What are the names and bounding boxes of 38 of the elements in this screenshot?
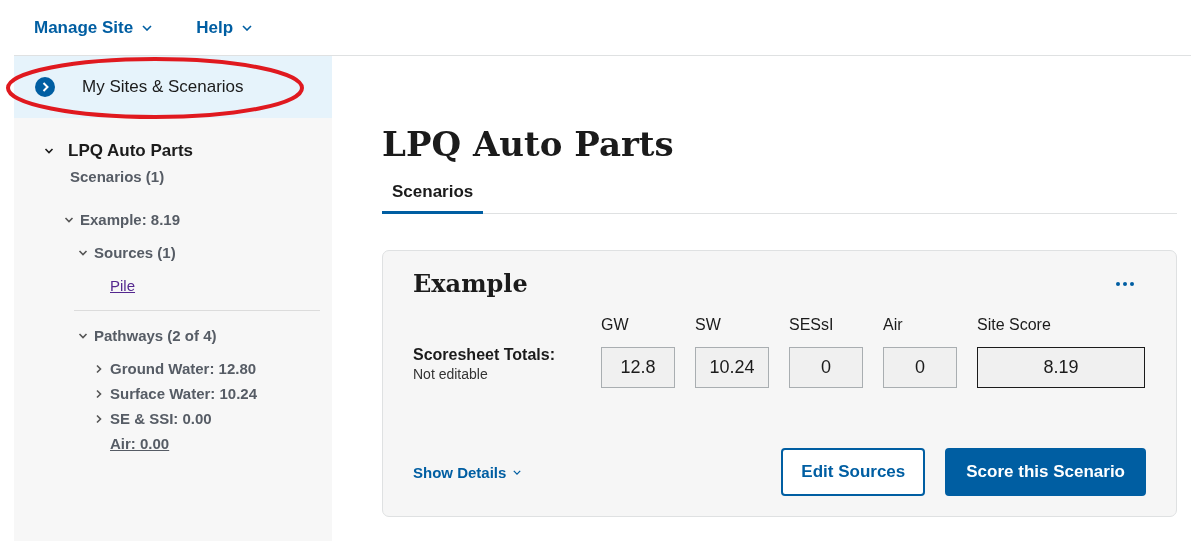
tree-item[interactable]: Ground Water: 12.80 xyxy=(110,360,257,377)
column-label: Air xyxy=(883,316,904,334)
score-field: 8.19 xyxy=(977,347,1145,388)
totals-note: Not editable xyxy=(413,366,489,382)
tree-item[interactable]: SE & SSI: 0.00 xyxy=(110,410,212,427)
page-title: LPQ Auto Parts xyxy=(382,124,675,164)
score-button[interactable]: Score this Scenario xyxy=(945,448,1146,496)
chevron-circle-icon xyxy=(35,77,55,97)
totals-label: Scoresheet Totals: xyxy=(413,346,556,364)
column-label: GW xyxy=(601,316,630,334)
score-field: 0 xyxy=(883,347,957,388)
tree-link[interactable]: Air: 0.00 xyxy=(110,435,170,452)
tree-link[interactable]: Pile xyxy=(110,277,135,294)
tree-item[interactable]: Surface Water: 10.24 xyxy=(110,385,257,402)
tree-item[interactable]: Scenarios (1) xyxy=(70,168,165,185)
tab[interactable]: Scenarios xyxy=(382,182,484,214)
column-label: SW xyxy=(695,316,722,334)
chevron-down-icon xyxy=(142,24,153,31)
chevron-right-icon[interactable] xyxy=(94,413,104,424)
column-label: SESsI xyxy=(789,316,835,334)
tree-item[interactable]: Sources (1) xyxy=(94,244,176,261)
score-field: 12.8 xyxy=(601,347,675,388)
edit-button[interactable]: Edit Sources xyxy=(781,448,926,496)
chevron-right-icon[interactable] xyxy=(94,363,104,374)
tree-item[interactable]: Pathways (2 of 4) xyxy=(94,327,217,344)
tree-item[interactable]: LPQ Auto Parts xyxy=(68,140,193,161)
menu-button[interactable]: Manage Site xyxy=(34,17,153,38)
column-label: Site Score xyxy=(977,316,1052,334)
menu-button[interactable]: Help xyxy=(196,17,253,38)
card-title: Example xyxy=(413,269,528,298)
show-details-button[interactable]: Show Details xyxy=(413,463,522,481)
chevron-down-icon xyxy=(242,24,253,31)
score-field: 10.24 xyxy=(695,347,769,388)
chevron-down-icon xyxy=(513,469,522,475)
tree-item[interactable]: Example: 8.19 xyxy=(80,211,181,228)
more-icon[interactable] xyxy=(1116,281,1134,286)
chevron-right-icon[interactable] xyxy=(94,388,104,399)
score-field: 0 xyxy=(789,347,863,388)
